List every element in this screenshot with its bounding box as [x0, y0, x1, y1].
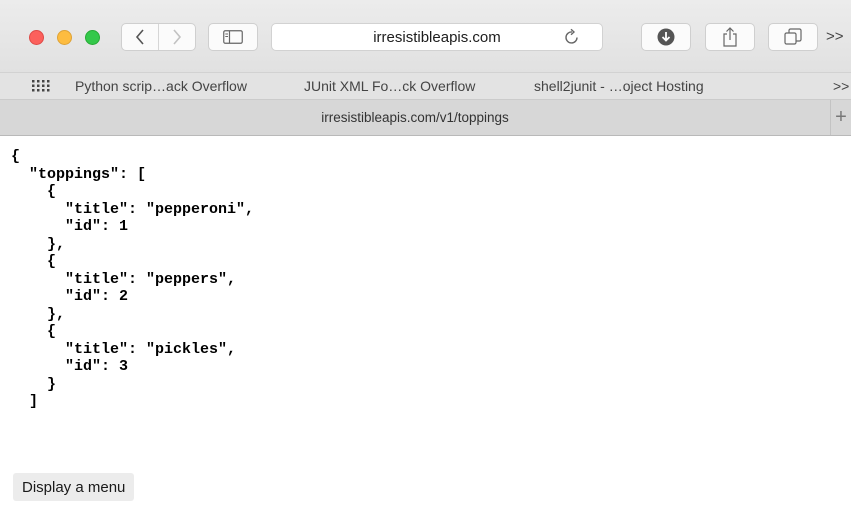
bookmark-item[interactable]: JUnit XML Fo…ck Overflow [304, 78, 475, 94]
bookmark-item[interactable]: Python scrip…ack Overflow [75, 78, 247, 94]
browser-toolbar: irresistibleapis.com >> [0, 0, 851, 72]
minimize-window-button[interactable] [57, 30, 72, 45]
new-tab-button[interactable]: + [830, 100, 851, 135]
reload-icon[interactable] [564, 28, 580, 46]
back-button[interactable] [122, 24, 158, 50]
close-window-button[interactable] [29, 30, 44, 45]
bookmark-item[interactable]: shell2junit - …oject Hosting [534, 78, 704, 94]
navigation-buttons [121, 23, 196, 51]
sidebar-icon [223, 30, 243, 44]
share-button[interactable] [705, 23, 755, 51]
grid-icon[interactable] [32, 80, 50, 92]
show-tabs-button[interactable] [768, 23, 818, 51]
page-content: { "toppings": [ { "title": "pepperoni", … [0, 136, 851, 517]
chevron-left-icon [135, 29, 144, 45]
tabs-icon [784, 28, 802, 45]
json-response: { "toppings": [ { "title": "pepperoni", … [11, 148, 255, 410]
sidebar-button[interactable] [208, 23, 258, 51]
bookmarks-overflow-button[interactable]: >> [833, 78, 849, 94]
download-icon [657, 28, 675, 46]
zoom-window-button[interactable] [85, 30, 100, 45]
chevron-right-icon [173, 29, 182, 45]
address-text: irresistibleapis.com [373, 28, 501, 46]
forward-button[interactable] [158, 24, 195, 50]
address-bar[interactable]: irresistibleapis.com [271, 23, 603, 51]
bookmarks-bar: Python scrip…ack Overflow JUnit XML Fo…c… [0, 72, 851, 100]
downloads-button[interactable] [641, 23, 691, 51]
share-icon [723, 27, 737, 47]
tab-bar: irresistibleapis.com/v1/toppings + [0, 100, 851, 136]
tab-active[interactable]: irresistibleapis.com/v1/toppings [0, 100, 830, 135]
display-menu-button[interactable]: Display a menu [13, 473, 135, 501]
tab-title: irresistibleapis.com/v1/toppings [321, 110, 509, 125]
toolbar-overflow-button[interactable]: >> [826, 28, 844, 45]
